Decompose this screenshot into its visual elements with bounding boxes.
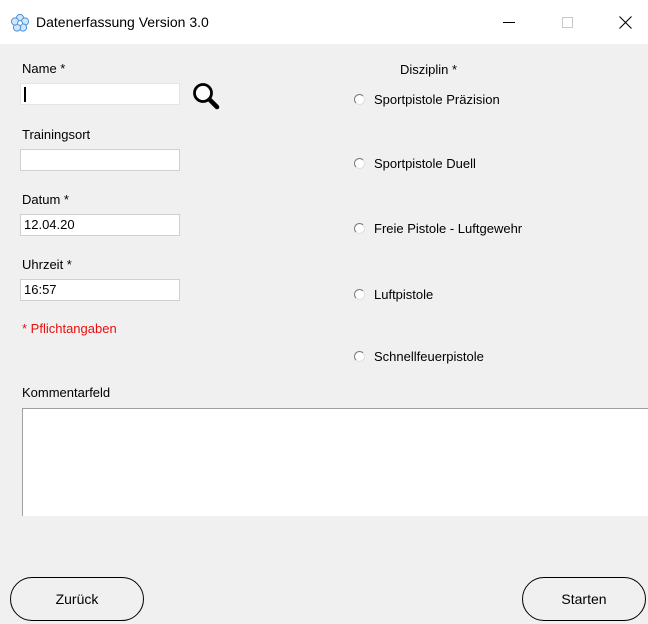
back-button[interactable]: Zurück: [10, 577, 144, 621]
radio-label: Freie Pistole - Luftgewehr: [374, 220, 523, 236]
app-window: Datenerfassung Version 3.0 Name * Traini…: [0, 0, 648, 624]
close-button[interactable]: [602, 0, 648, 44]
radio-label: Schnellfeuerpistole: [374, 348, 484, 364]
name-label: Name *: [22, 61, 66, 76]
search-icon: [193, 83, 220, 110]
radio-button[interactable]: [354, 222, 365, 234]
radio-button[interactable]: [354, 288, 365, 300]
uhrzeit-input[interactable]: 16:57: [20, 279, 180, 301]
radio-button[interactable]: [354, 93, 365, 105]
radio-button[interactable]: [354, 350, 365, 362]
uhrzeit-label: Uhrzeit *: [22, 257, 72, 272]
trainingsort-input[interactable]: [20, 149, 180, 171]
start-button-label: Starten: [561, 591, 607, 607]
radio-sportpistole-duell[interactable]: Sportpistole Duell: [354, 154, 476, 172]
title-bar[interactable]: Datenerfassung Version 3.0: [0, 0, 648, 44]
name-input[interactable]: [20, 83, 180, 105]
window-title: Datenerfassung Version 3.0: [36, 14, 209, 30]
radio-freie-pistole-luftgewehr[interactable]: Freie Pistole - Luftgewehr: [354, 219, 522, 237]
back-button-label: Zurück: [55, 591, 99, 607]
kommentar-label: Kommentarfeld: [22, 385, 111, 400]
radio-sportpistole-praezision[interactable]: Sportpistole Präzision: [354, 90, 500, 108]
search-button[interactable]: [190, 80, 226, 116]
minimize-icon: [503, 22, 515, 23]
maximize-icon: [561, 16, 573, 28]
radio-schnellfeuerpistole[interactable]: Schnellfeuerpistole: [354, 347, 484, 365]
kommentar-textarea[interactable]: [22, 408, 648, 516]
start-button[interactable]: Starten: [522, 577, 646, 621]
disziplin-label: Disziplin *: [400, 62, 458, 77]
datum-input[interactable]: 12.04.20: [20, 214, 180, 236]
maximize-button[interactable]: [544, 0, 590, 44]
close-icon: [618, 15, 632, 29]
text-caret: [24, 87, 26, 102]
radio-label: Luftpistole: [374, 286, 434, 302]
trainingsort-label: Trainingsort: [22, 127, 91, 142]
required-note: * Pflichtangaben: [22, 321, 117, 336]
datum-value: 12.04.20: [24, 217, 75, 232]
datum-label: Datum *: [22, 192, 69, 207]
radio-luftpistole[interactable]: Luftpistole: [354, 285, 433, 303]
minimize-button[interactable]: [486, 0, 532, 44]
app-flower-icon: [10, 13, 30, 33]
uhrzeit-value: 16:57: [24, 282, 57, 297]
radio-button[interactable]: [354, 157, 365, 169]
radio-label: Sportpistole Präzision: [374, 91, 500, 107]
radio-label: Sportpistole Duell: [374, 155, 476, 171]
